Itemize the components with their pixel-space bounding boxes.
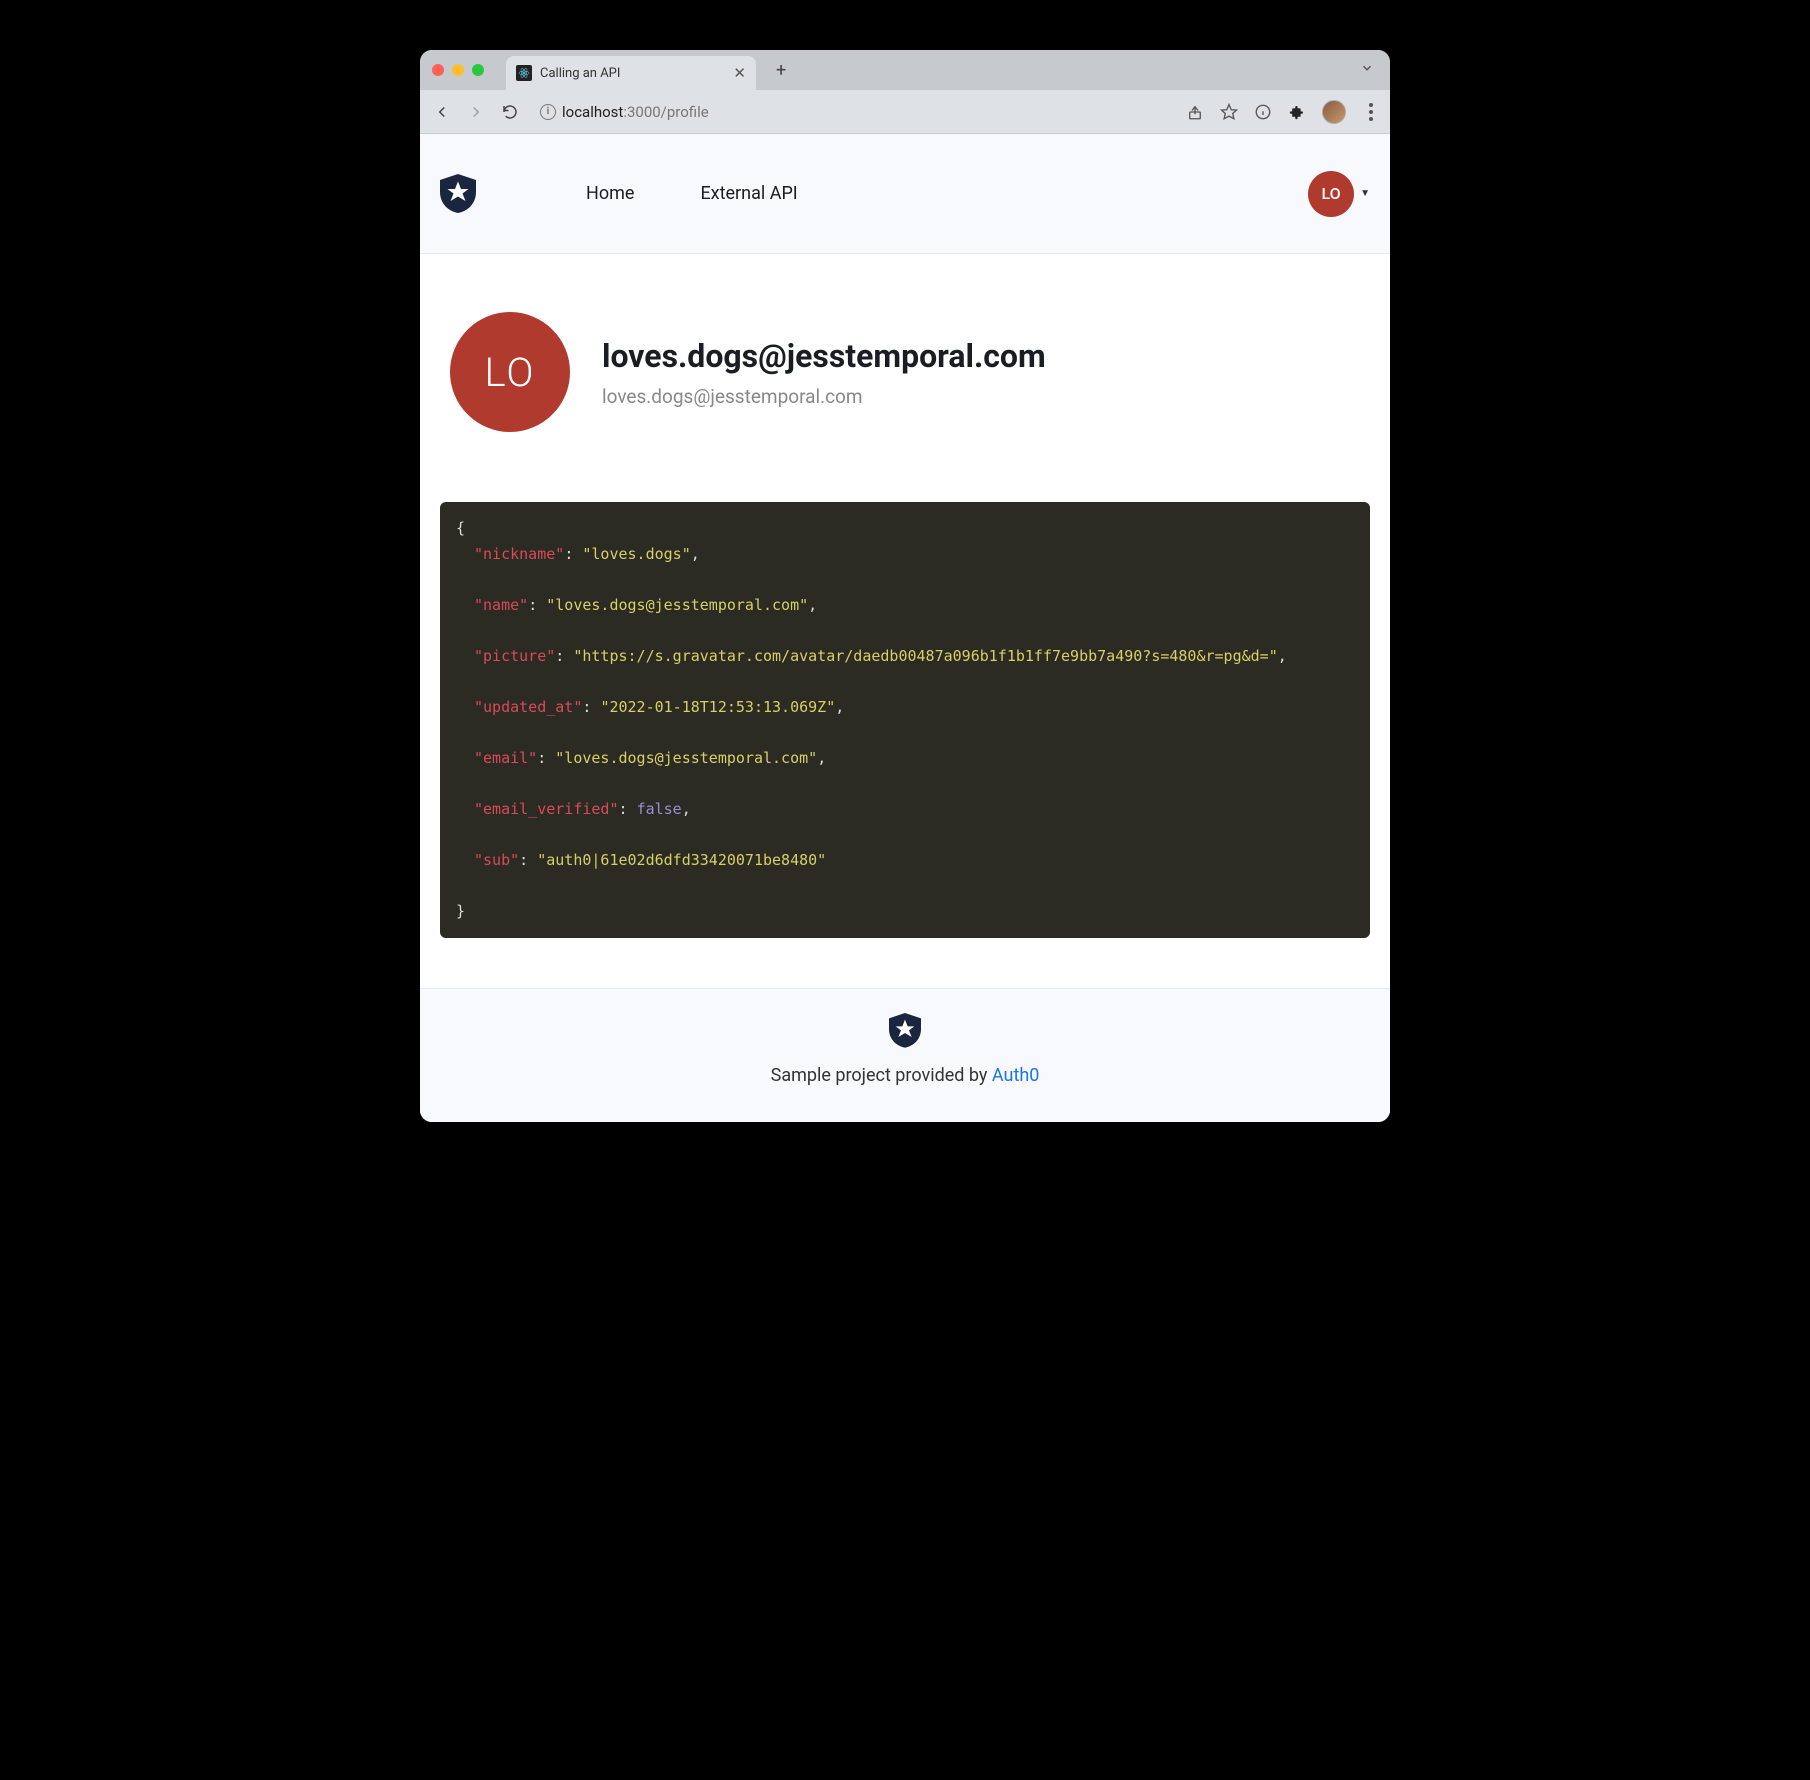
share-icon[interactable] xyxy=(1186,103,1204,121)
json-code-block: { "nickname": "loves.dogs", "name": "lov… xyxy=(440,502,1370,938)
toolbar-actions xyxy=(1186,100,1380,124)
close-tab-button[interactable]: ✕ xyxy=(733,64,746,82)
back-button[interactable] xyxy=(430,100,454,124)
user-menu[interactable]: LO ▼ xyxy=(1308,171,1370,217)
app-navbar: Home External API LO ▼ xyxy=(420,134,1390,254)
shield-logo-icon xyxy=(440,174,476,214)
url-path: :3000/profile xyxy=(623,103,708,121)
react-icon xyxy=(516,65,532,81)
profile-title: loves.dogs@jesstemporal.com xyxy=(602,337,1046,375)
user-avatar-small: LO xyxy=(1308,171,1354,217)
info-icon[interactable] xyxy=(1254,103,1272,121)
minimize-window-button[interactable] xyxy=(452,64,464,76)
close-window-button[interactable] xyxy=(432,64,444,76)
extensions-icon[interactable] xyxy=(1288,103,1306,121)
browser-tab[interactable]: Calling an API ✕ xyxy=(506,56,756,90)
chevron-down-icon[interactable] xyxy=(1360,61,1374,79)
new-tab-button[interactable]: + xyxy=(776,60,786,81)
profile-subtitle: loves.dogs@jesstemporal.com xyxy=(602,385,1046,408)
footer-link-auth0[interactable]: Auth0 xyxy=(992,1065,1040,1086)
page-footer: Sample project provided by Auth0 xyxy=(420,988,1390,1122)
site-info-icon[interactable]: i xyxy=(540,104,556,120)
page-content: Home External API LO ▼ LO loves.dogs@jes… xyxy=(420,134,1390,1122)
browser-window: Calling an API ✕ + i localhost:3000/prof… xyxy=(420,50,1390,1122)
profile-header: LO loves.dogs@jesstemporal.com loves.dog… xyxy=(420,254,1390,472)
shield-logo-icon xyxy=(889,1013,921,1049)
tab-title: Calling an API xyxy=(540,66,725,81)
nav-link-home[interactable]: Home xyxy=(586,183,634,204)
footer-text: Sample project provided by Auth0 xyxy=(420,1065,1390,1086)
kebab-menu-icon[interactable] xyxy=(1362,103,1380,121)
nav-link-external-api[interactable]: External API xyxy=(700,183,797,204)
window-controls xyxy=(432,64,484,76)
star-icon[interactable] xyxy=(1220,103,1238,121)
url-host: localhost xyxy=(562,103,623,121)
url-bar[interactable]: i localhost:3000/profile xyxy=(532,97,1168,127)
browser-profile-avatar[interactable] xyxy=(1322,100,1346,124)
nav-links: Home External API xyxy=(586,183,798,204)
caret-down-icon: ▼ xyxy=(1360,188,1370,199)
browser-toolbar: i localhost:3000/profile xyxy=(420,90,1390,134)
reload-button[interactable] xyxy=(498,100,522,124)
url-text: localhost:3000/profile xyxy=(562,103,709,121)
forward-button[interactable] xyxy=(464,100,488,124)
tab-bar: Calling an API ✕ + xyxy=(420,50,1390,90)
maximize-window-button[interactable] xyxy=(472,64,484,76)
user-avatar-large: LO xyxy=(450,312,570,432)
